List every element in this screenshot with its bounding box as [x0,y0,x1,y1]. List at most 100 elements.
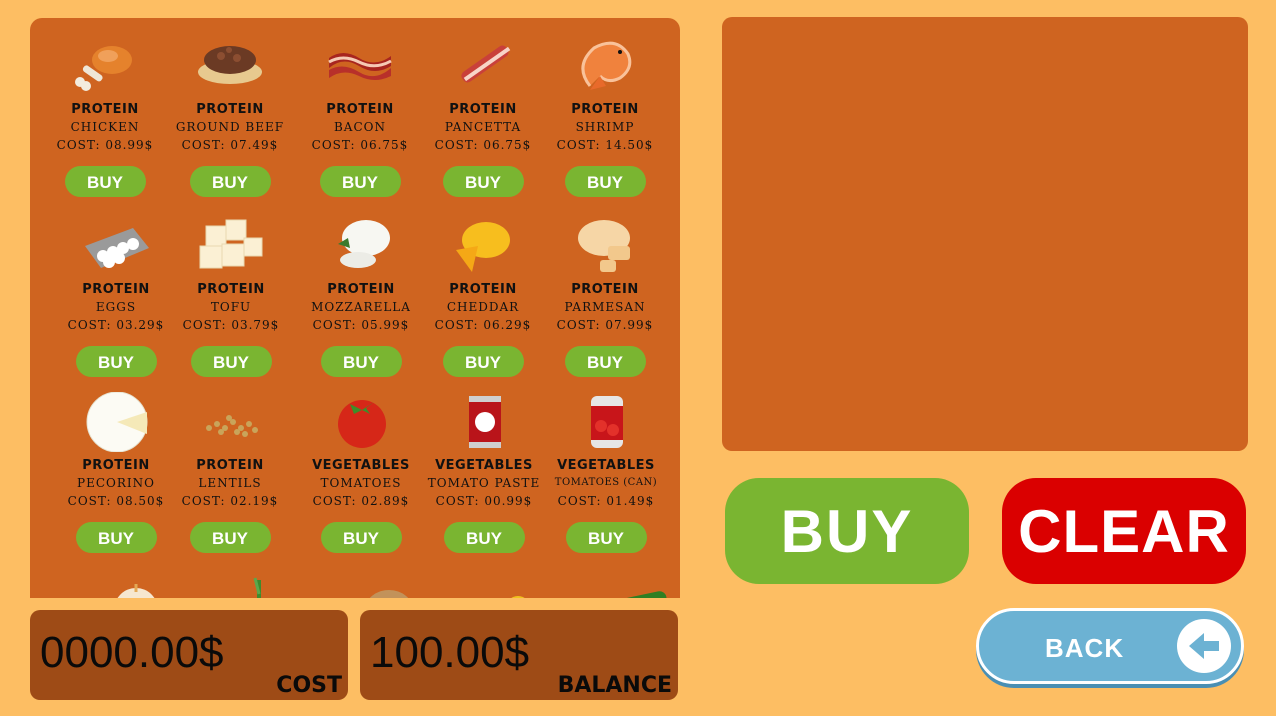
shop-item-lentils: PROTEIN LENTILS COST: 02.19$ BUY [170,392,290,553]
shop-item-tomato-paste: VEGETABLES TOMATO PASTE COST: 00.99$ BUY [424,392,544,553]
item-name: CHEDDAR [446,300,520,314]
item-cost: COST: 00.99$ [435,494,533,508]
item-category: PROTEIN [82,458,150,473]
item-cost: COST: 03.29$ [67,318,165,332]
item-buy-button[interactable]: BUY [564,346,646,377]
item-name: TOMATO PASTE [427,476,541,490]
item-cost: COST: 06.75$ [311,138,409,152]
shop-item-chicken: PROTEIN CHICKEN COST: 08.99$ BUY [45,36,165,197]
item-name: PECORINO [77,476,155,490]
item-name: CHICKEN [70,120,140,134]
back-arrow-icon [1177,619,1231,673]
zucchini-icon [607,591,667,598]
shop-item-bacon: PROTEIN BACON COST: 06.75$ BUY [300,36,420,197]
item-cost: COST: 08.99$ [56,138,154,152]
item-category: VEGETABLES [557,458,655,473]
cart-panel [722,17,1248,451]
bacon-icon [328,53,392,80]
cost-display: 0000.00$ COST [30,610,348,700]
scallion-icon [253,577,261,598]
shrimp-icon [581,41,632,90]
clear-button[interactable]: CLEAR [1002,478,1246,584]
item-name: TOFU [210,300,252,314]
item-buy-button[interactable]: BUY [442,346,524,377]
item-category: PROTEIN [327,282,395,297]
tomato-can-icon [591,396,623,448]
item-category: PROTEIN [71,102,139,117]
item-buy-button[interactable]: BUY [75,522,157,553]
item-name: MOZZARELLA [311,300,411,314]
item-category: PROTEIN [196,102,264,117]
item-category: PROTEIN [197,282,265,297]
shop-item-cheddar: PROTEIN CHEDDAR COST: 06.29$ BUY [423,216,543,377]
item-category: PROTEIN [326,102,394,117]
item-buy-button[interactable]: BUY [64,166,146,197]
item-buy-button[interactable]: BUY [564,166,646,197]
item-buy-button[interactable]: BUY [565,522,647,553]
pancetta-icon [461,45,511,83]
item-category: VEGETABLES [312,458,410,473]
item-name: PARMESAN [564,300,646,314]
item-buy-button[interactable]: BUY [189,166,271,197]
item-name: EGGS [95,300,137,314]
item-category: PROTEIN [571,102,639,117]
item-cost: COST: 01.49$ [557,494,655,508]
back-label: BACK [1045,633,1125,663]
tomato-icon [338,400,386,448]
item-name: SHRIMP [575,120,635,134]
balance-label: BALANCE [557,673,672,698]
item-cost: COST: 14.50$ [556,138,654,152]
item-buy-button[interactable]: BUY [320,522,402,553]
shop-item-mozzarella: PROTEIN MOZZARELLA COST: 05.99$ BUY [301,216,421,377]
item-buy-button[interactable]: BUY [319,166,401,197]
lentils-icon [206,415,258,437]
shop-item-ground-beef: PROTEIN GROUND BEEF COST: 07.49$ BUY [170,36,290,197]
item-category: PROTEIN [196,458,264,473]
shop-grid: PROTEIN CHICKEN COST: 08.99$ BUY PROTEIN GROU… [30,18,680,598]
item-cost: COST: 02.89$ [312,494,410,508]
item-cost: COST: 07.49$ [181,138,279,152]
parmesan-icon [578,220,630,272]
item-name: LENTILS [198,476,262,490]
item-buy-button[interactable]: BUY [320,346,402,377]
item-name: TOMATOES [320,476,402,490]
item-cost: COST: 08.50$ [67,494,165,508]
tomato-paste-can-icon [469,396,501,448]
onion-icon [117,584,155,598]
back-button[interactable]: BACK [976,608,1244,684]
item-name: PANCETTA [444,120,522,134]
cost-label: COST [276,673,342,698]
mozzarella-icon [338,220,390,268]
item-category: PROTEIN [449,282,517,297]
cheddar-icon [456,222,510,272]
shop-item-eggs: PROTEIN EGGS COST: 03.29$ BUY [56,216,176,377]
item-buy-button[interactable]: BUY [75,346,157,377]
balance-display: 100.00$ BALANCE [360,610,678,700]
potato-icon [369,590,409,598]
shop-item-parmesan: PROTEIN PARMESAN COST: 07.99$ BUY [545,216,665,377]
pecorino-icon [86,392,148,452]
shop-item-shrimp: PROTEIN SHRIMP COST: 14.50$ BUY [545,36,665,197]
shop-item-pancetta: PROTEIN PANCETTA COST: 06.75$ BUY [423,36,543,197]
chicken-drumstick-icon [75,46,132,91]
item-cost: COST: 05.99$ [312,318,410,332]
item-cost: COST: 06.29$ [434,318,532,332]
item-cost: COST: 07.99$ [556,318,654,332]
shop-item-tofu: PROTEIN TOFU COST: 03.79$ BUY [171,216,291,377]
item-cost: COST: 02.19$ [181,494,279,508]
egg-carton-icon [85,228,149,268]
item-category: PROTEIN [449,102,517,117]
item-buy-button[interactable]: BUY [442,166,524,197]
shop-panel[interactable]: PROTEIN CHICKEN COST: 08.99$ BUY PROTEIN GROU… [30,18,680,598]
balance-value: 100.00$ [370,628,530,677]
checkout-buy-button[interactable]: BUY [725,478,969,584]
item-category: PROTEIN [82,282,150,297]
item-category: VEGETABLES [435,458,533,473]
item-category: PROTEIN [571,282,639,297]
item-buy-button[interactable]: BUY [443,522,525,553]
bell-pepper-icon [511,596,525,598]
item-buy-button[interactable]: BUY [189,522,271,553]
tofu-icon [199,219,263,269]
item-name: BACON [333,120,386,134]
item-buy-button[interactable]: BUY [190,346,272,377]
